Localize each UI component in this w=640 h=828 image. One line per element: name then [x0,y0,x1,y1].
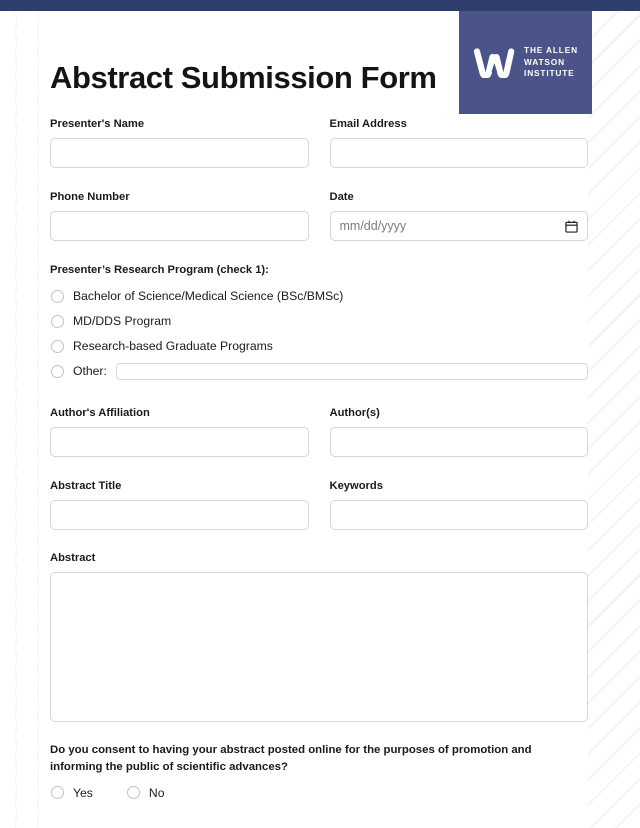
field-group-email: Email Address [329,117,588,169]
research-program-option-bsc[interactable]: Bachelor of Science/Medical Science (BSc… [50,284,588,309]
affiliation-input[interactable] [50,427,309,458]
form-page: Abstract Submission Form Presenter's Nam… [0,11,640,800]
authors-label: Author(s) [329,407,380,420]
research-program-option-label: MD/DDS Program [73,314,172,329]
top-accent-bar [0,0,640,11]
keywords-input[interactable] [329,500,588,531]
field-group-presenter-name: Presenter's Name [50,117,309,169]
field-group-abstract-title: Abstract Title [50,479,309,531]
field-row-contact: Presenter's Name Email Address [50,117,588,169]
abstract-label: Abstract [50,552,96,565]
logo-line-3: INSTITUTE [524,68,575,79]
research-program-option-other[interactable]: Other: [50,359,588,384]
allen-watson-w-a-monogram-icon [473,47,515,78]
date-input[interactable]: mm/dd/yyyy [329,211,588,242]
research-program-option-label: Other: [73,364,107,379]
radio-icon[interactable] [51,786,64,800]
affiliation-label: Author's Affiliation [50,407,150,420]
consent-option-no[interactable]: No [126,785,165,800]
logo-line-2: WATSON [524,56,565,67]
logo-line-1: THE ALLEN [524,44,578,55]
field-row-phone-date: Phone Number Date mm/dd/yyyy [50,190,588,242]
abstract-title-label: Abstract Title [50,480,122,493]
radio-icon[interactable] [51,340,64,354]
field-group-abstract: Abstract [50,551,588,723]
radio-icon[interactable] [51,315,64,329]
abstract-title-input[interactable] [50,500,309,531]
radio-icon[interactable] [51,290,64,304]
research-program-option-label: Bachelor of Science/Medical Science (BSc… [73,289,344,304]
radio-icon[interactable] [126,786,140,800]
consent-question-text: Do you consent to having your abstract p… [50,744,532,773]
presenter-name-input[interactable] [50,138,309,169]
field-row-affiliation-authors: Author's Affiliation Author(s) [50,406,588,458]
keywords-label: Keywords [329,480,383,493]
field-group-phone: Phone Number [50,190,309,242]
radio-icon[interactable] [51,365,64,379]
research-program-option-label: Research-based Graduate Programs [73,339,273,354]
date-label: Date [329,191,354,204]
phone-label: Phone Number [50,191,130,204]
research-program-group: Presenter’s Research Program (check 1): … [50,263,588,384]
consent-group: Do you consent to having your abstract p… [50,742,588,800]
institute-logo-block: THE ALLEN WATSON INSTITUTE [459,11,592,114]
field-group-keywords: Keywords [329,479,588,531]
email-label: Email Address [329,118,407,131]
consent-option-label: No [148,785,165,800]
form-content: Abstract Submission Form Presenter's Nam… [50,11,588,800]
research-program-label: Presenter’s Research Program (check 1): [50,264,269,277]
presenter-name-label: Presenter's Name [50,118,145,131]
calendar-icon[interactable] [565,220,578,233]
abstract-textarea[interactable] [50,572,588,723]
field-group-authors: Author(s) [329,406,588,458]
phone-input[interactable] [50,211,309,242]
email-input[interactable] [329,138,588,169]
institute-logo-wordmark: THE ALLEN WATSON INSTITUTE [524,45,578,80]
consent-option-label: Yes [73,785,93,800]
field-group-affiliation: Author's Affiliation [50,406,309,458]
consent-option-yes[interactable]: Yes [50,785,93,800]
research-program-option-graduate[interactable]: Research-based Graduate Programs [50,334,588,359]
research-program-option-md-dds[interactable]: MD/DDS Program [50,309,588,334]
research-program-other-input[interactable] [115,363,588,381]
authors-input[interactable] [329,427,588,458]
consent-options: Yes No [50,785,588,800]
date-placeholder-text: mm/dd/yyyy [339,219,407,234]
field-row-title-keywords: Abstract Title Keywords [50,479,588,531]
field-group-date: Date mm/dd/yyyy [329,190,588,242]
